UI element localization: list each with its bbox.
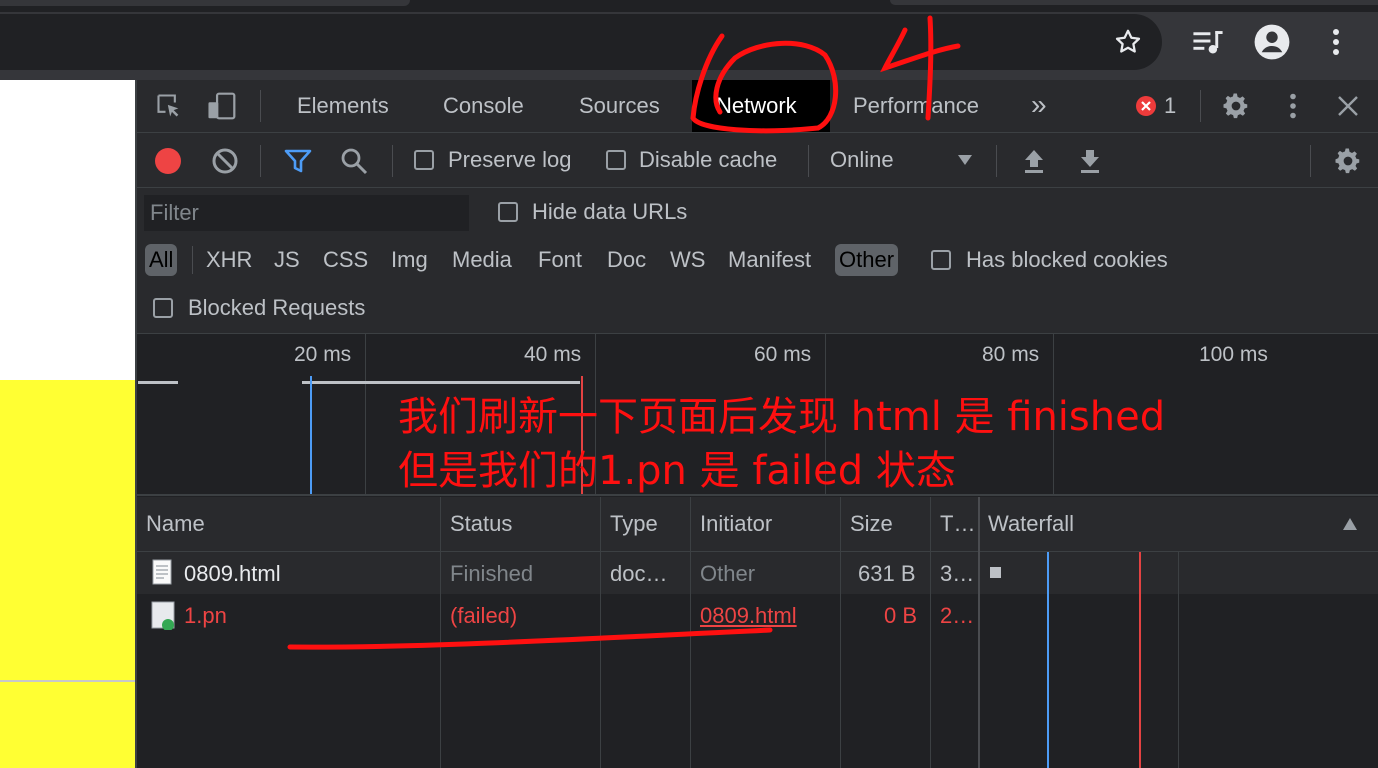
- handwritten-stroke: [925, 15, 934, 121]
- annotation-underline: [287, 627, 773, 650]
- handwritten-stroke: [880, 27, 961, 73]
- handwritten-circle: [690, 33, 839, 134]
- annotation-note-line2: 但是我们的1.pn 是 failed 状态: [398, 448, 956, 494]
- annotation-note-line1: 我们刷新一下页面后发现 html 是 finished: [398, 394, 1166, 440]
